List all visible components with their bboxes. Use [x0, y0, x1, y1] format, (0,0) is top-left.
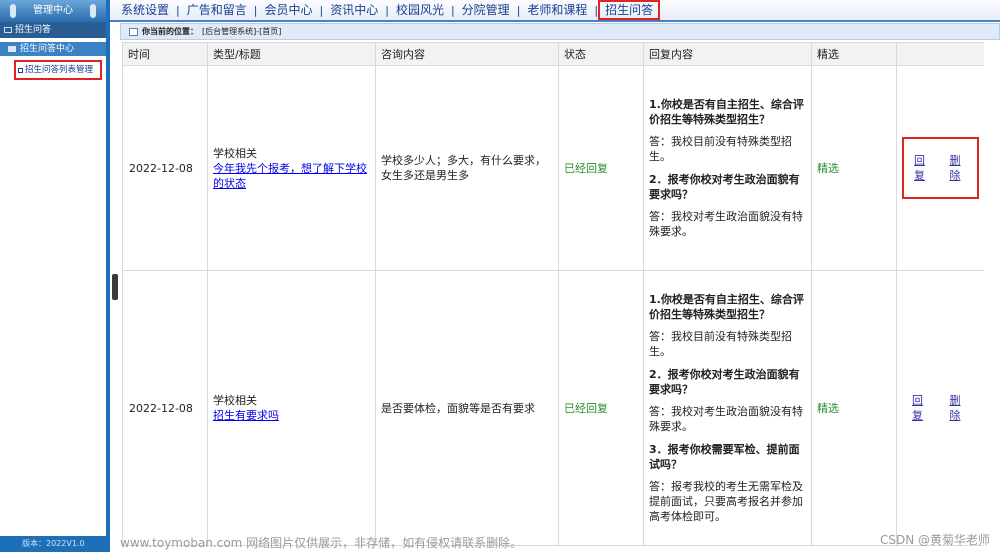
breadcrumb-label: 你当前的位置：	[142, 27, 198, 36]
watermark-right: CSDN @黄菊华老师	[879, 533, 990, 547]
sidebar-collapse-handle[interactable]	[112, 274, 118, 300]
delete-button[interactable]: 删除	[950, 393, 970, 423]
cell-ops: 回复 删除	[896, 270, 984, 546]
reply-answer: 答：报考我校的考生无需军检及提前面试，只要高考报名并参加高考体检即可。	[649, 480, 803, 523]
sidebar-tab-label: 招生问答	[15, 25, 52, 35]
col-header: 精选	[811, 42, 897, 66]
cell-content: 是否要体检，面貌等是否有要求	[375, 270, 559, 546]
sidebar-title: 管理中心	[33, 5, 73, 16]
main-content: 时间 类型/标题 咨询内容 状态 回复内容 精选 2022-12-08 学校相关今…	[122, 42, 984, 552]
nav-item[interactable]: 招生问答	[598, 0, 661, 20]
reply-button[interactable]: 回复	[912, 393, 932, 423]
sidebar-group[interactable]: 招生问答中心	[0, 42, 106, 56]
window-icon	[129, 27, 138, 36]
reply-answer: 答：我校目前没有特殊类型招生。	[649, 135, 792, 163]
reply-question: 2．报考你校对考生政治面貌有要求吗？	[649, 173, 800, 201]
col-header	[896, 42, 984, 66]
col-header: 咨询内容	[375, 42, 559, 66]
sidebar-header: 管理中心	[0, 0, 106, 22]
row-actions: 回复 删除	[902, 137, 979, 199]
table-header-row: 时间 类型/标题 咨询内容 状态 回复内容 精选	[122, 42, 984, 66]
cell-type-title: 学校相关今年我先个报考，想了解下学校的状态	[207, 65, 376, 271]
bullet-icon	[18, 67, 23, 73]
row-type: 学校相关	[213, 146, 257, 160]
nav-item[interactable]: 校园风光	[389, 2, 451, 18]
nav-item[interactable]: 广告和留言	[180, 2, 254, 18]
cell-type-title: 学校相关招生有要求吗	[207, 270, 376, 546]
top-nav: 系统设置 | 广告和留言 | 会员中心 | 资讯中心 | 校园风光 | 分院管理 | 老师和课程 | 招生问…	[110, 0, 1000, 22]
reply-answer: 答：我校对考生政治面貌没有特殊要求。	[649, 210, 803, 238]
row-actions: 回复 删除	[902, 379, 979, 437]
sidebar: 管理中心 招生问答 招生问答中心 招生问答列表管理 版本：2022V1.0	[0, 0, 110, 552]
nav-item[interactable]: 会员中心	[257, 2, 319, 18]
col-header: 时间	[122, 42, 208, 66]
nav-item[interactable]: 系统设置	[114, 2, 176, 18]
breadcrumb-path: [后台管理系统]-[首页]	[202, 27, 282, 36]
nav-item[interactable]: 资讯中心	[323, 2, 385, 18]
folder-icon	[8, 46, 16, 52]
breadcrumb: 你当前的位置： [后台管理系统]-[首页]	[120, 23, 1000, 40]
col-header: 类型/标题	[207, 42, 376, 66]
qa-table: 时间 类型/标题 咨询内容 状态 回复内容 精选 2022-12-08 学校相关今…	[122, 42, 984, 546]
cell-status: 已经回复	[558, 270, 644, 546]
reply-question: 1.你校是否有自主招生、综合评价招生等特殊类型招生？	[649, 293, 804, 321]
sidebar-item-label: 招生问答列表管理	[25, 65, 94, 75]
cell-date: 2022-12-08	[122, 65, 208, 271]
sidebar-footer: 版本：2022V1.0	[0, 536, 106, 552]
cell-date: 2022-12-08	[122, 270, 208, 546]
cell-featured: 精选	[811, 65, 897, 271]
cell-reply-content: 1.你校是否有自主招生、综合评价招生等特殊类型招生？ 答：我校目前没有特殊类型招生…	[643, 270, 812, 546]
app-window: 管理中心 招生问答 招生问答中心 招生问答列表管理 版本：2022V1.0 系统…	[0, 0, 1000, 552]
grid-icon	[4, 27, 12, 33]
reply-question: 1.你校是否有自主招生、综合评价招生等特殊类型招生？	[649, 98, 804, 126]
reply-button[interactable]: 回复	[914, 153, 932, 183]
table-row: 2022-12-08 学校相关 今年我先个报考，想了解下学校的状态 学校多少人；多大，…	[122, 65, 984, 271]
pin-icon	[90, 4, 96, 18]
nav-item[interactable]: 分院管理	[455, 2, 517, 18]
row-title-link[interactable]: 今年我先个报考，想了解下学校的状态	[213, 162, 367, 190]
cell-status: 已经回复	[558, 65, 644, 271]
row-title-link[interactable]: 招生有要求吗	[213, 409, 279, 422]
reply-answer: 答：我校对考生政治面貌没有特殊要求。	[649, 405, 803, 433]
cell-ops: 回复 删除	[896, 65, 984, 271]
col-header: 状态	[558, 42, 644, 66]
cell-featured: 精选	[811, 270, 897, 546]
reply-question: 3．报考你校需要军检、提前面试吗？	[649, 443, 800, 471]
nav-item[interactable]: 老师和课程	[520, 2, 594, 18]
pin-icon	[10, 4, 16, 18]
sidebar-group-label: 招生问答中心	[20, 44, 75, 54]
watermark-left: www.toymoban.com 网络图片仅供展示，非存储，如有侵权请联系删除。	[120, 536, 523, 550]
table-row: 2022-12-08 学校相关 招生有要求吗 是否要体检，面貌等是否有要求 已经回复 1.…	[122, 270, 984, 546]
cell-reply-content: 1.你校是否有自主招生、综合评价招生等特殊类型招生？ 答：我校目前没有特殊类型招生…	[643, 65, 812, 271]
delete-button[interactable]: 删除	[950, 153, 968, 183]
row-type: 学校相关	[213, 394, 257, 407]
cell-content: 学校多少人；多大，有什么要求，女生多还是男生多	[375, 65, 559, 271]
col-header: 回复内容	[643, 42, 812, 66]
sidebar-tab[interactable]: 招生问答	[0, 22, 106, 38]
reply-question: 2．报考你校对考生政治面貌有要求吗？	[649, 368, 800, 396]
reply-answer: 答：我校目前没有特殊类型招生。	[649, 330, 792, 358]
sidebar-item-qa-list[interactable]: 招生问答列表管理	[14, 60, 102, 80]
